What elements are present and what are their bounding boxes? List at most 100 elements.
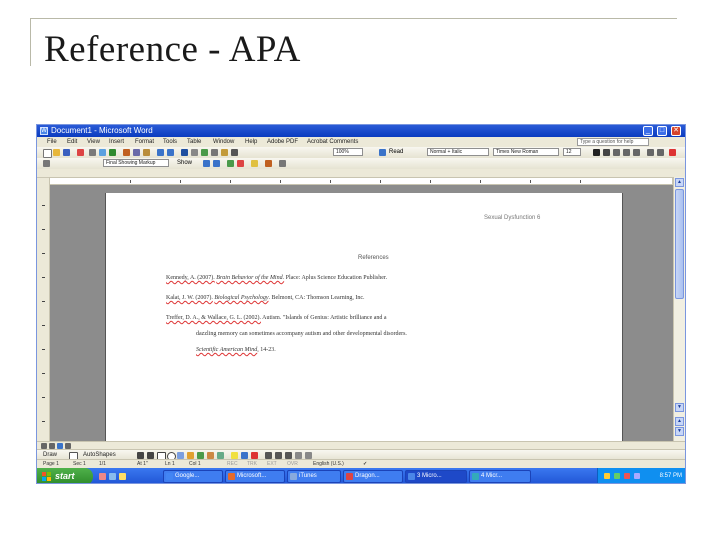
fill-color-icon[interactable] xyxy=(231,452,238,459)
arrow-style-icon[interactable] xyxy=(285,452,292,459)
scrollbar-thumb[interactable] xyxy=(675,189,684,299)
start-button[interactable]: start xyxy=(37,468,93,483)
table-icon[interactable] xyxy=(191,149,198,156)
print-preview-icon[interactable] xyxy=(99,149,106,156)
dash-style-icon[interactable] xyxy=(275,452,282,459)
track-changes-icon[interactable] xyxy=(265,160,272,167)
redo-icon[interactable] xyxy=(167,149,174,156)
picture-icon[interactable] xyxy=(217,452,224,459)
cut-icon[interactable] xyxy=(123,149,130,156)
menu-help[interactable]: Help xyxy=(245,137,257,147)
read-button[interactable]: Read xyxy=(389,147,403,158)
vertical-ruler[interactable] xyxy=(37,185,50,441)
drawing-icon[interactable] xyxy=(221,149,228,156)
bold-icon[interactable] xyxy=(593,149,600,156)
wordart-icon[interactable] xyxy=(187,452,194,459)
quicklaunch-icon[interactable] xyxy=(99,473,106,480)
line-style-icon[interactable] xyxy=(265,452,272,459)
reject-change-icon[interactable] xyxy=(237,160,244,167)
text-box-icon[interactable] xyxy=(177,452,184,459)
spelling-icon[interactable] xyxy=(109,149,116,156)
menu-tools[interactable]: Tools xyxy=(163,137,177,147)
previous-page-icon[interactable]: ▲ xyxy=(675,417,684,426)
previous-change-icon[interactable] xyxy=(203,160,210,167)
scroll-down-icon[interactable]: ▼ xyxy=(675,403,684,412)
diagram-icon[interactable] xyxy=(197,452,204,459)
read-icon[interactable] xyxy=(379,149,386,156)
menu-acrobat-comments[interactable]: Acrobat Comments xyxy=(307,137,358,147)
new-document-icon[interactable] xyxy=(43,149,52,158)
print-icon[interactable] xyxy=(89,149,96,156)
align-center-icon[interactable] xyxy=(623,149,630,156)
reference-details: . Belmont, CA: Thomson Learning, Inc. xyxy=(268,295,365,301)
help-search-input[interactable]: Type a question for help xyxy=(577,138,649,146)
copy-icon[interactable] xyxy=(133,149,140,156)
show-menu-button[interactable]: Show xyxy=(177,158,192,169)
tray-icon[interactable] xyxy=(614,473,620,479)
display-for-review-select[interactable]: Final Showing Markup xyxy=(103,159,169,167)
ruler-tick xyxy=(42,205,45,206)
italic-icon[interactable] xyxy=(603,149,610,156)
undo-icon[interactable] xyxy=(157,149,164,156)
next-change-icon[interactable] xyxy=(213,160,220,167)
zoom-select[interactable]: 100% xyxy=(333,148,363,156)
excel-icon[interactable] xyxy=(201,149,208,156)
paste-icon[interactable] xyxy=(143,149,150,156)
document-page[interactable]: Sexual Dysfunction 6 References Kennedy,… xyxy=(105,193,623,441)
accept-change-icon[interactable] xyxy=(227,160,234,167)
columns-icon[interactable] xyxy=(211,149,218,156)
clock[interactable]: 8:57 PM xyxy=(660,468,682,483)
reference-continuation: dazzling memory can sometimes accompany … xyxy=(196,331,407,337)
next-page-icon[interactable]: ▼ xyxy=(675,427,684,436)
menu-insert[interactable]: Insert xyxy=(109,137,124,147)
taskbar-item-word-group[interactable]: 3 Micro... xyxy=(405,470,467,483)
ruler-tick xyxy=(530,180,531,183)
3d-style-icon[interactable] xyxy=(305,452,312,459)
taskbar-item-microsoft[interactable]: Microsoft... xyxy=(225,470,285,483)
show-hide-icon[interactable] xyxy=(231,149,238,156)
menu-view[interactable]: View xyxy=(87,137,100,147)
justify-icon[interactable] xyxy=(633,149,640,156)
draw-font-color-icon[interactable] xyxy=(251,452,258,459)
line-color-icon[interactable] xyxy=(241,452,248,459)
scroll-up-icon[interactable]: ▲ xyxy=(675,178,684,187)
quicklaunch-icon[interactable] xyxy=(109,473,116,480)
shadow-style-icon[interactable] xyxy=(295,452,302,459)
line-icon[interactable] xyxy=(137,452,144,459)
save-icon[interactable] xyxy=(63,149,70,156)
menu-table[interactable]: Table xyxy=(187,137,201,147)
taskbar-item-dragon[interactable]: Dragon... xyxy=(343,470,403,483)
menu-file[interactable]: File xyxy=(47,137,57,147)
align-left-icon[interactable] xyxy=(613,149,620,156)
font-size-select[interactable]: 12 xyxy=(563,148,581,156)
font-select[interactable]: Times New Roman xyxy=(493,148,559,156)
taskbar-item-microsoft-group[interactable]: 4 Micr... xyxy=(469,470,531,483)
new-comment-icon[interactable] xyxy=(251,160,258,167)
menu-edit[interactable]: Edit xyxy=(67,137,77,147)
reviewing-pane-icon[interactable] xyxy=(279,160,286,167)
minimize-button[interactable]: _ xyxy=(643,126,653,136)
taskbar-item-itunes[interactable]: iTunes xyxy=(287,470,341,483)
tray-icon[interactable] xyxy=(604,473,610,479)
font-color-icon[interactable] xyxy=(669,149,676,156)
hyperlink-icon[interactable] xyxy=(181,149,188,156)
tray-icon[interactable] xyxy=(634,473,640,479)
menu-adobe-pdf[interactable]: Adobe PDF xyxy=(267,137,298,147)
numbering-icon[interactable] xyxy=(647,149,654,156)
close-button[interactable]: ✕ xyxy=(671,126,681,136)
bullets-icon[interactable] xyxy=(657,149,664,156)
quicklaunch-icon[interactable] xyxy=(119,473,126,480)
menu-window[interactable]: Window xyxy=(213,137,234,147)
clip-art-icon[interactable] xyxy=(207,452,214,459)
permission-icon[interactable] xyxy=(77,149,84,156)
arrow-icon[interactable] xyxy=(147,452,154,459)
vertical-scrollbar[interactable]: ▲ ▼ ▲ ▼ xyxy=(673,177,685,441)
horizontal-ruler[interactable] xyxy=(49,177,673,185)
style-select[interactable]: Normal + Italic xyxy=(427,148,489,156)
tray-icon[interactable] xyxy=(624,473,630,479)
title-bar[interactable]: W Document1 - Microsoft Word _ □ ✕ xyxy=(37,125,685,137)
open-folder-icon[interactable] xyxy=(53,149,60,156)
maximize-button[interactable]: □ xyxy=(657,126,667,136)
taskbar-item-google[interactable]: Google... xyxy=(163,470,223,483)
menu-format[interactable]: Format xyxy=(135,137,154,147)
